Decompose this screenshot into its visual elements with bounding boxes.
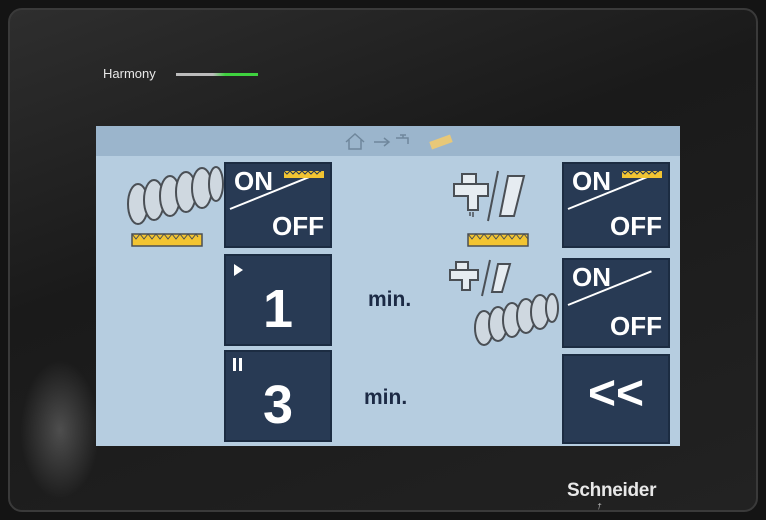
pause-timer-unit: min.	[364, 386, 408, 409]
run-timer-unit: min.	[368, 288, 412, 311]
double-chevron-left-icon: <<	[587, 367, 645, 420]
bristles-icon	[284, 170, 324, 178]
brand-led-strip	[176, 73, 258, 76]
pause-timer-button[interactable]: 3	[224, 350, 332, 442]
run-timer-button[interactable]: 1	[224, 254, 332, 346]
manufacturer-logo: Schneider	[567, 480, 657, 501]
back-button[interactable]: <<	[562, 354, 670, 444]
roller-water-toggle-button[interactable]: ON OFF	[562, 258, 670, 348]
brush-roller-icon	[127, 166, 224, 247]
brand-label: Harmony	[103, 66, 156, 81]
run-timer-value: 1	[262, 279, 294, 339]
water-toggle-button[interactable]: ON OFF	[562, 162, 670, 248]
toggle-off-label: OFF	[272, 211, 324, 241]
toggle-off-label: OFF	[610, 311, 662, 341]
status-bar	[96, 126, 680, 156]
home-icon	[345, 132, 365, 150]
arrow-right-icon	[374, 137, 391, 147]
hmi-screen: ON OFF 1 min. 3 min. ON OFF ON OFF <<	[96, 126, 680, 446]
faucet-and-brush-icon	[453, 170, 529, 247]
pause-timer-value: 3	[262, 375, 294, 435]
header-icons	[344, 130, 464, 157]
roller-toggle-button[interactable]: ON OFF	[224, 162, 332, 248]
svg-text:†: †	[597, 502, 602, 511]
toggle-off-label: OFF	[610, 211, 662, 241]
bristles-icon	[429, 134, 453, 150]
play-icon	[234, 264, 243, 276]
manufacturer-sub-logo: †	[597, 500, 637, 514]
faucet-icon	[396, 134, 409, 144]
faucet-and-roller-icon	[449, 259, 559, 346]
manufacturer-logo-mark: †	[597, 502, 602, 511]
bristles-icon	[622, 170, 662, 178]
